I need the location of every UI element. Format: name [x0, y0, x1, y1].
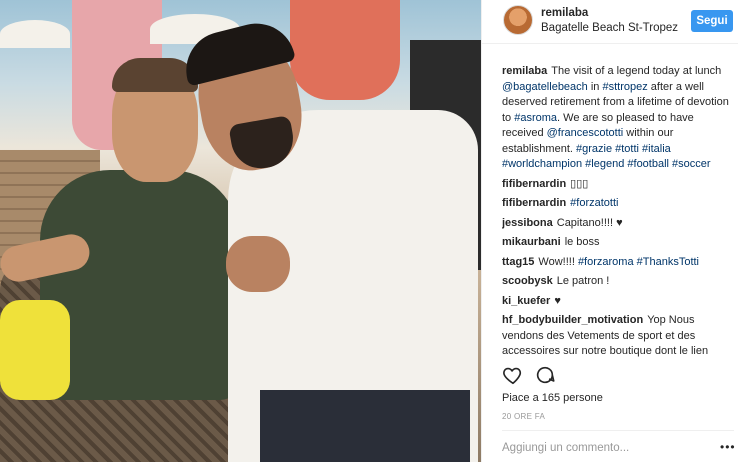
comment-username[interactable]: mikaurbani — [502, 236, 561, 248]
comment-row: fifibernardin #forzatotti — [502, 196, 734, 212]
hashtag-link[interactable]: #soccer — [672, 158, 711, 170]
post-photo[interactable] — [0, 0, 481, 462]
caption-text: The visit of a legend today at lunch @ba… — [502, 65, 729, 170]
comment-username[interactable]: fifibernardin — [502, 197, 566, 209]
comment-row: jessibona Capitano!!!! ♥ — [502, 216, 734, 232]
caption: remilaba The visit of a legend today at l… — [502, 64, 734, 173]
hashtag-link[interactable]: #legend — [585, 158, 624, 170]
comment-row: ki_kuefer ♥ — [502, 294, 734, 310]
hashtag-link[interactable]: #italia — [642, 143, 671, 155]
person-seated — [40, 170, 240, 400]
more-options-icon[interactable]: ••• — [720, 440, 736, 454]
comment-row: scoobysk Le patron ! — [502, 274, 734, 290]
comment-input[interactable] — [502, 438, 716, 458]
post-timestamp[interactable]: 20 ORE FA — [502, 412, 545, 421]
comment-text: le boss — [564, 236, 600, 248]
comment-username[interactable]: ki_kuefer — [502, 295, 550, 307]
header-location[interactable]: Bagatelle Beach St-Tropez — [541, 22, 678, 34]
comment-username[interactable]: fifibernardin — [502, 178, 566, 190]
comment-row: mikaurbani le boss — [502, 235, 734, 251]
comment-username[interactable]: scoobysk — [502, 275, 553, 287]
hashtag-link[interactable]: @bagatellebeach — [502, 81, 588, 93]
post-header: remilaba Bagatelle Beach St-Tropez Segui — [482, 0, 738, 44]
caption-username[interactable]: remilaba — [502, 65, 547, 77]
action-bar — [502, 364, 732, 388]
comment-row: hf_bodybuilder_motivation Yop Nous vendon… — [502, 313, 734, 358]
heart-outline-icon[interactable] — [502, 364, 524, 386]
comment-text: Wow!!!! — [538, 255, 578, 268]
comment-text: in — [587, 80, 603, 93]
person-pants — [260, 390, 470, 462]
hashtag-link[interactable]: #worldchampion — [502, 158, 582, 170]
comment-username[interactable]: jessibona — [502, 217, 553, 229]
comment-row: ttag15 Wow!!!! #forzaroma #ThanksTotti — [502, 255, 734, 271]
person-hair — [112, 58, 198, 92]
hashtag-link[interactable]: #ThanksTotti — [637, 256, 699, 268]
comment-text: The visit of a legend today at lunch — [551, 65, 722, 77]
hashtag-link[interactable]: #grazie — [576, 143, 612, 155]
hashtag-link[interactable]: #football — [627, 158, 669, 170]
hashtag-link[interactable]: #totti — [615, 143, 639, 155]
divider — [502, 430, 734, 431]
likes-count[interactable]: Piace a 165 persone — [502, 392, 603, 404]
hashtag-link[interactable]: #forzatotti — [570, 197, 618, 209]
comment-username[interactable]: hf_bodybuilder_motivation — [502, 314, 643, 326]
hashtag-link[interactable]: @francescototti — [547, 127, 624, 139]
comment-text: ♥ — [554, 294, 561, 307]
comment-text: Capitano!!!! ♥ — [556, 216, 623, 229]
comment-bubble-icon[interactable] — [534, 364, 556, 386]
comment-text: ▯▯▯ — [570, 177, 589, 190]
comments-list[interactable]: remilaba The visit of a legend today at l… — [502, 64, 734, 358]
beach-umbrella — [0, 20, 70, 48]
background-person — [290, 0, 400, 100]
comment-username[interactable]: ttag15 — [502, 256, 534, 268]
comment-entries: fifibernardin ▯▯▯ fifibernardin #forzatotti… — [502, 177, 734, 359]
header-username[interactable]: remilaba — [541, 7, 588, 19]
hashtag-link[interactable]: #asroma — [514, 112, 557, 124]
yellow-cloth — [0, 300, 70, 400]
thumbs-up-hand — [226, 236, 290, 292]
comment-row: fifibernardin ▯▯▯ — [502, 177, 734, 193]
hashtag-link[interactable]: #forzaroma — [578, 256, 634, 268]
post-side-panel: remilaba Bagatelle Beach St-Tropez Segui… — [481, 0, 738, 462]
avatar[interactable] — [503, 5, 533, 35]
follow-button[interactable]: Segui — [691, 10, 733, 32]
comment-text: Le patron ! — [556, 275, 610, 287]
hashtag-link[interactable]: #sttropez — [602, 81, 647, 93]
